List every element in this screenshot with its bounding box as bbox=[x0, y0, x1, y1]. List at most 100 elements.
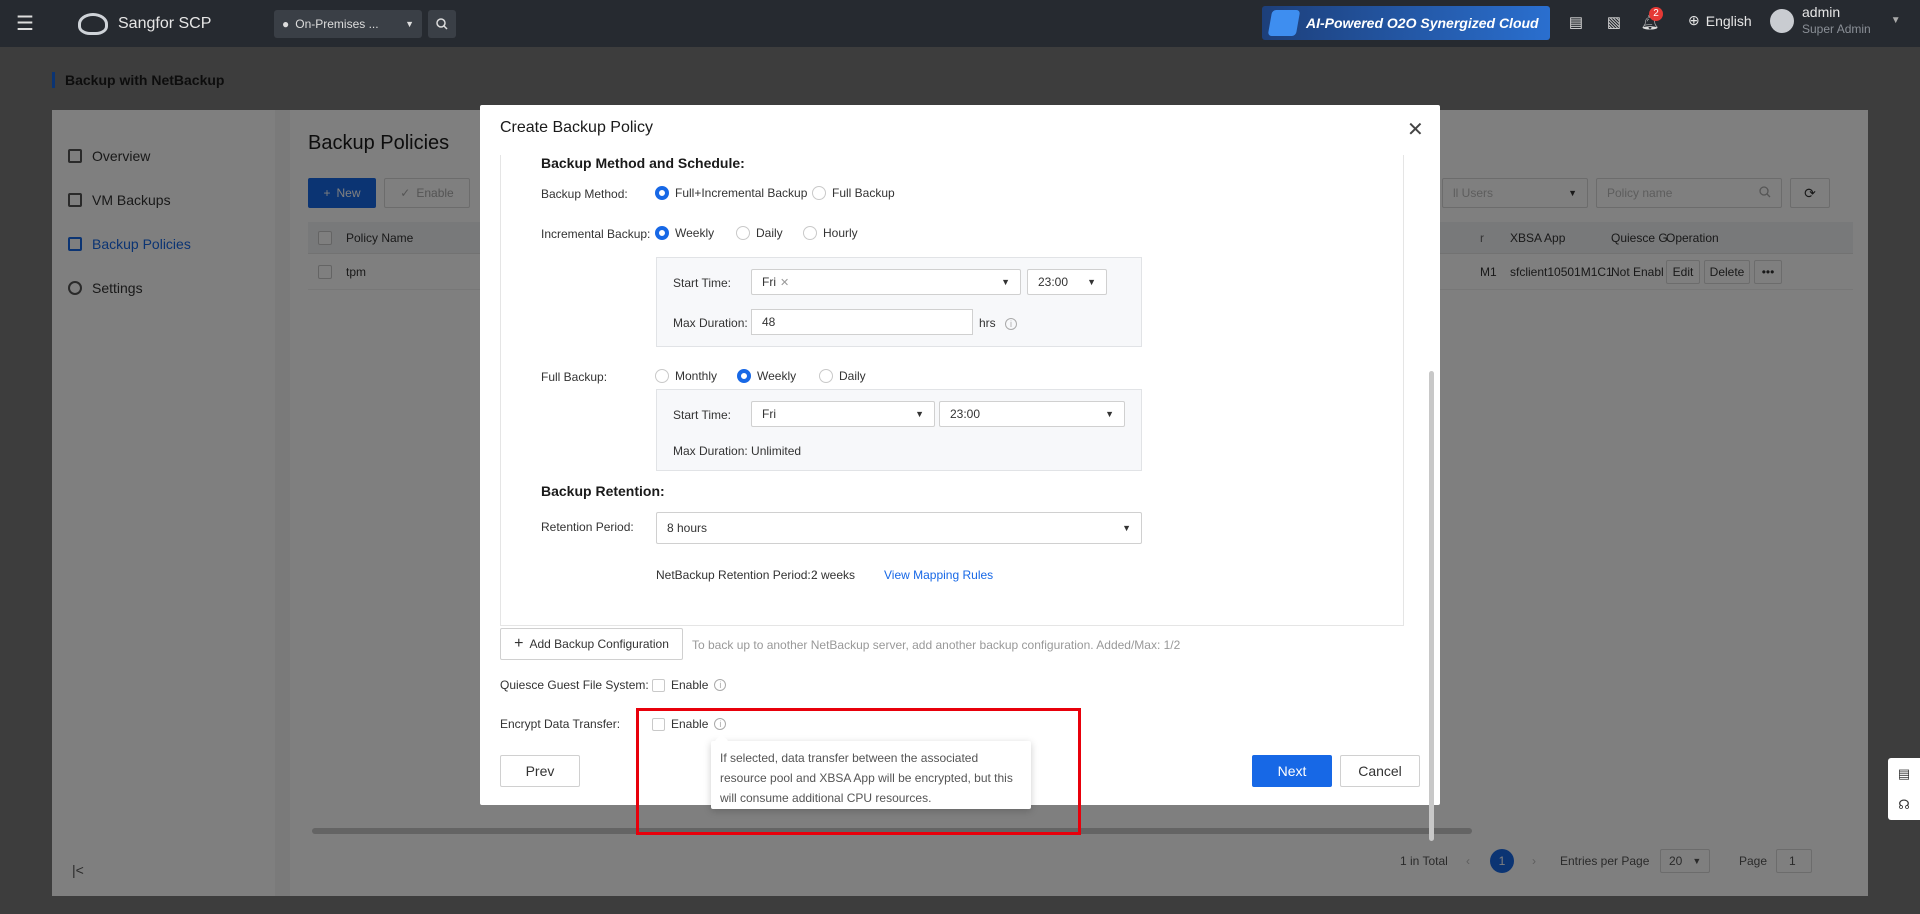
quiesce-enable-checkbox[interactable]: Enable i bbox=[652, 678, 727, 692]
incremental-time-select[interactable]: 23:00 ▼ bbox=[1027, 269, 1107, 295]
radio-incremental-daily[interactable]: Daily bbox=[736, 226, 783, 240]
brand-name: Sangfor SCP bbox=[118, 14, 212, 32]
encrypt-label: Encrypt Data Transfer: bbox=[500, 717, 621, 731]
time-value: 23:00 bbox=[1038, 275, 1069, 289]
chevron-down-icon: ▼ bbox=[1122, 523, 1131, 533]
add-config-label: Add Backup Configuration bbox=[529, 637, 669, 651]
chevron-down-icon: ▼ bbox=[1890, 15, 1901, 26]
search-icon[interactable] bbox=[428, 9, 456, 38]
radio-incremental-hourly[interactable]: Hourly bbox=[803, 226, 858, 240]
retention-value: 8 hours bbox=[667, 521, 708, 535]
chevron-down-icon: ▼ bbox=[1001, 277, 1010, 287]
notification-badge: 2 bbox=[1649, 7, 1663, 21]
promo-banner[interactable]: AI-Powered O2O Synergized Cloud bbox=[1262, 6, 1550, 40]
radio-label: Daily bbox=[839, 369, 866, 383]
retention-period-select[interactable]: 8 hours ▼ bbox=[656, 512, 1142, 544]
radio-checked-icon bbox=[655, 226, 669, 240]
add-backup-configuration-button[interactable]: + Add Backup Configuration bbox=[500, 628, 683, 660]
cancel-button[interactable]: Cancel bbox=[1340, 755, 1420, 787]
dialog-title: Create Backup Policy bbox=[500, 119, 653, 136]
add-config-hint: To back up to another NetBackup server, … bbox=[692, 638, 1181, 652]
user-role: Super Admin bbox=[1802, 22, 1871, 36]
report-icon[interactable]: ▧ bbox=[1602, 10, 1626, 34]
radio-label: Hourly bbox=[823, 226, 858, 240]
radio-label: Daily bbox=[756, 226, 783, 240]
remove-tag-icon[interactable]: ✕ bbox=[780, 276, 789, 289]
close-icon[interactable]: ✕ bbox=[1407, 117, 1424, 142]
checkbox-label: Enable bbox=[671, 678, 709, 692]
full-backup-label: Full Backup: bbox=[541, 370, 608, 384]
backup-configuration-panel: Backup Method and Schedule: Backup Metho… bbox=[500, 155, 1404, 626]
chevron-down-icon: ▼ bbox=[1105, 409, 1114, 419]
full-time-select[interactable]: 23:00 ▼ bbox=[939, 401, 1125, 427]
radio-unchecked-icon bbox=[655, 369, 669, 383]
full-max-duration: Max Duration: Unlimited bbox=[673, 444, 802, 458]
radio-full-daily[interactable]: Daily bbox=[819, 369, 866, 383]
language-label: English bbox=[1705, 12, 1752, 29]
schedule-section-title: Backup Method and Schedule: bbox=[541, 155, 745, 171]
view-mapping-rules-link[interactable]: View Mapping Rules bbox=[884, 568, 993, 582]
max-duration-label: Max Duration: bbox=[673, 316, 748, 330]
avatar bbox=[1770, 8, 1794, 33]
location-pin-icon: ● bbox=[282, 16, 290, 31]
radio-unchecked-icon bbox=[803, 226, 817, 240]
form-icon[interactable]: ▤ bbox=[1888, 758, 1920, 789]
radio-incremental-weekly[interactable]: Weekly bbox=[655, 226, 714, 240]
top-bar: ☰ Sangfor SCP ● On-Premises ... ▼ AI-Pow… bbox=[0, 0, 1920, 47]
radio-full-monthly[interactable]: Monthly bbox=[655, 369, 717, 383]
globe-icon: ⊕ bbox=[1688, 12, 1700, 28]
retention-period-label: Retention Period: bbox=[541, 520, 634, 534]
radio-unchecked-icon bbox=[812, 186, 826, 200]
next-button[interactable]: Next bbox=[1252, 755, 1332, 787]
start-time-label: Start Time: bbox=[673, 408, 732, 422]
highlight-annotation-box bbox=[636, 708, 1081, 835]
headset-icon[interactable]: ☊ bbox=[1888, 789, 1920, 820]
netbackup-retention-value: 2 weeks bbox=[811, 568, 856, 582]
incremental-backup-label: Incremental Backup: bbox=[541, 227, 651, 241]
full-schedule-panel: Start Time: Fri ▼ 23:00 ▼ Max Duration: … bbox=[656, 389, 1142, 471]
plus-icon: + bbox=[514, 635, 524, 652]
radio-full-weekly[interactable]: Weekly bbox=[737, 369, 796, 383]
info-icon[interactable]: i bbox=[714, 679, 727, 691]
user-menu[interactable]: admin Super Admin ▼ bbox=[1770, 4, 1901, 37]
radio-full-incremental[interactable]: Full+Incremental Backup bbox=[655, 186, 807, 200]
retention-section-title: Backup Retention: bbox=[541, 483, 665, 499]
backup-method-label: Backup Method: bbox=[541, 187, 628, 201]
floating-tools: ▤ ☊ bbox=[1888, 758, 1920, 820]
promo-banner-text: AI-Powered O2O Synergized Cloud bbox=[1306, 15, 1539, 31]
selected-day-tag: Fri ✕ bbox=[760, 274, 792, 290]
full-day-select[interactable]: Fri ▼ bbox=[751, 401, 935, 427]
incremental-day-select[interactable]: Fri ✕ ▼ bbox=[751, 269, 1021, 295]
incremental-schedule-panel: Start Time: Fri ✕ ▼ 23:00 ▼ Max Duration… bbox=[656, 257, 1142, 347]
day-value: Fri bbox=[762, 407, 776, 421]
cloud-cube-icon bbox=[1267, 10, 1301, 36]
tag-label: Fri bbox=[762, 275, 776, 289]
brand-logo[interactable]: Sangfor SCP bbox=[78, 12, 258, 35]
dialog-scrollbar[interactable] bbox=[1429, 371, 1434, 841]
hours-unit: hrs bbox=[979, 316, 996, 330]
info-icon[interactable]: i bbox=[1005, 316, 1017, 330]
checkbox-icon bbox=[652, 678, 665, 692]
radio-label: Weekly bbox=[757, 369, 797, 383]
time-value: 23:00 bbox=[950, 407, 981, 421]
hamburger-menu-icon[interactable]: ☰ bbox=[0, 11, 50, 36]
quiesce-label: Quiesce Guest File System: bbox=[500, 678, 649, 692]
list-icon[interactable]: ▤ bbox=[1564, 10, 1588, 34]
netbackup-retention-label: NetBackup Retention Period: : bbox=[656, 568, 818, 582]
environment-selector[interactable]: ● On-Premises ... ▼ bbox=[274, 9, 422, 38]
chevron-down-icon: ▼ bbox=[1087, 277, 1096, 287]
radio-label: Weekly bbox=[675, 226, 715, 240]
chevron-down-icon: ▼ bbox=[915, 409, 924, 419]
radio-label: Full+Incremental Backup bbox=[675, 186, 808, 200]
radio-label: Full Backup bbox=[832, 186, 895, 200]
user-name: admin bbox=[1802, 4, 1841, 20]
radio-checked-icon bbox=[655, 186, 669, 200]
max-duration-input[interactable]: 48 bbox=[751, 309, 973, 335]
prev-button[interactable]: Prev bbox=[500, 755, 580, 787]
radio-unchecked-icon bbox=[736, 226, 750, 240]
start-time-label: Start Time: bbox=[673, 276, 732, 290]
radio-full-backup[interactable]: Full Backup bbox=[812, 186, 895, 200]
radio-label: Monthly bbox=[675, 369, 718, 383]
radio-unchecked-icon bbox=[819, 369, 833, 383]
language-selector[interactable]: ⊕ English bbox=[1688, 12, 1752, 29]
